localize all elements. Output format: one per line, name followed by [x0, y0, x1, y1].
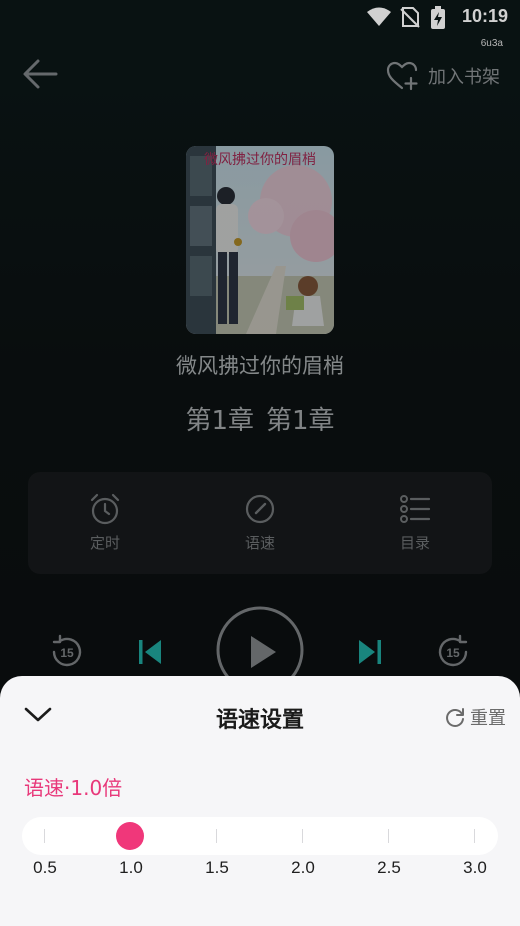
slider-tick: [44, 829, 45, 843]
speed-option[interactable]: 2.0: [283, 858, 323, 878]
sheet-title: 语速设置: [215, 708, 304, 733]
player-screen: 10:19 6u3a 加入书架 微风拂过你的眉梢 微风拂过你的眉梢 第1章 第1…: [0, 0, 520, 926]
current-speed-label: 语速·1.0倍: [24, 776, 123, 800]
slider-tick: [302, 829, 303, 843]
speed-slider[interactable]: [22, 817, 498, 855]
speed-option[interactable]: 1.0: [111, 858, 151, 878]
slider-thumb[interactable]: [116, 822, 144, 850]
slider-tick: [216, 829, 217, 843]
reset-button[interactable]: 重置: [444, 704, 506, 730]
speed-option[interactable]: 1.5: [197, 858, 237, 878]
speed-option[interactable]: 0.5: [25, 858, 65, 878]
refresh-icon: [446, 708, 464, 727]
speed-option[interactable]: 2.5: [369, 858, 409, 878]
slider-tick: [474, 829, 475, 843]
speed-option[interactable]: 3.0: [455, 858, 495, 878]
reset-label: 重置: [470, 708, 506, 729]
speed-settings-sheet: 语速设置 重置 语速·1.0倍 0.5 1.0 1.5 2.0 2.5 3.0: [0, 676, 520, 926]
slider-tick: [388, 829, 389, 843]
